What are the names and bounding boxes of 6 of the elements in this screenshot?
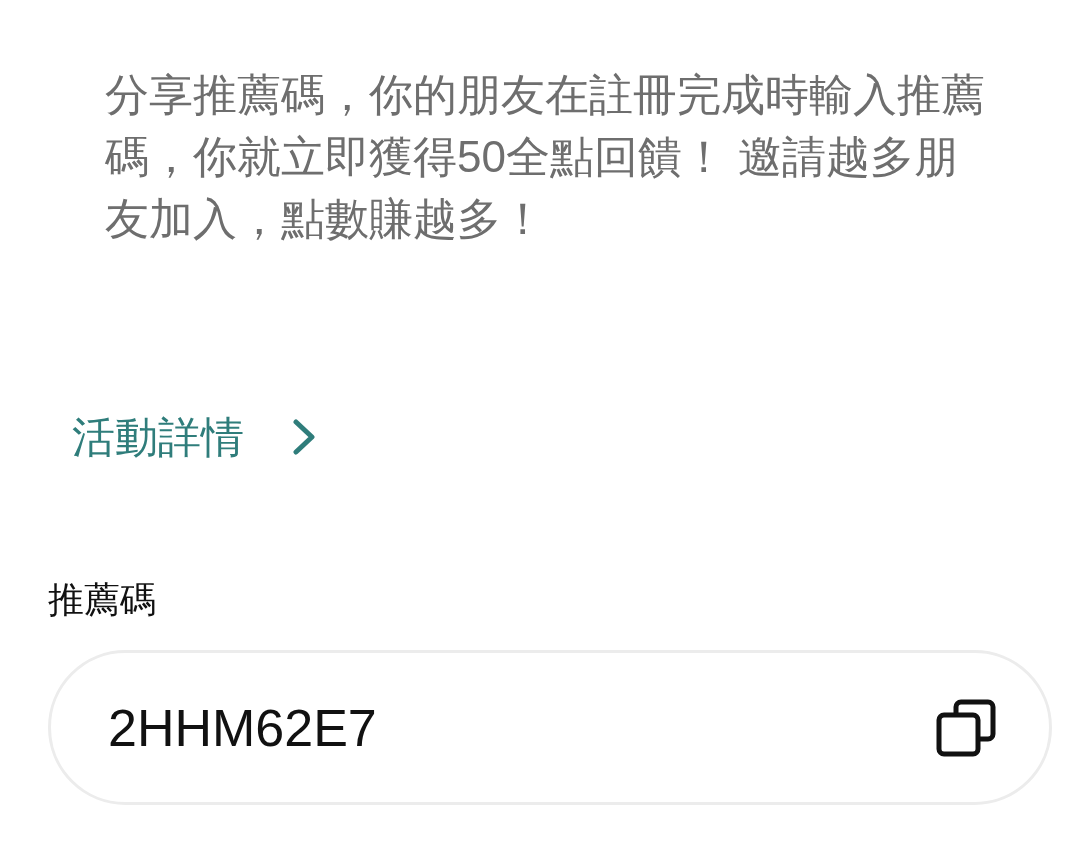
chevron-right-icon — [292, 419, 316, 455]
copy-icon — [936, 698, 996, 757]
referral-code-label: 推薦碼 — [48, 578, 156, 622]
referral-code: 2HHM62E7 — [108, 697, 377, 758]
description-text: 分享推薦碼，你的朋友在註冊完成時輸入推薦碼，你就立即獲得50全點回饋！ 邀請越多朋友加入，點數賺越多！ — [105, 69, 986, 245]
activity-details-link[interactable]: 活動詳情 — [72, 407, 316, 467]
